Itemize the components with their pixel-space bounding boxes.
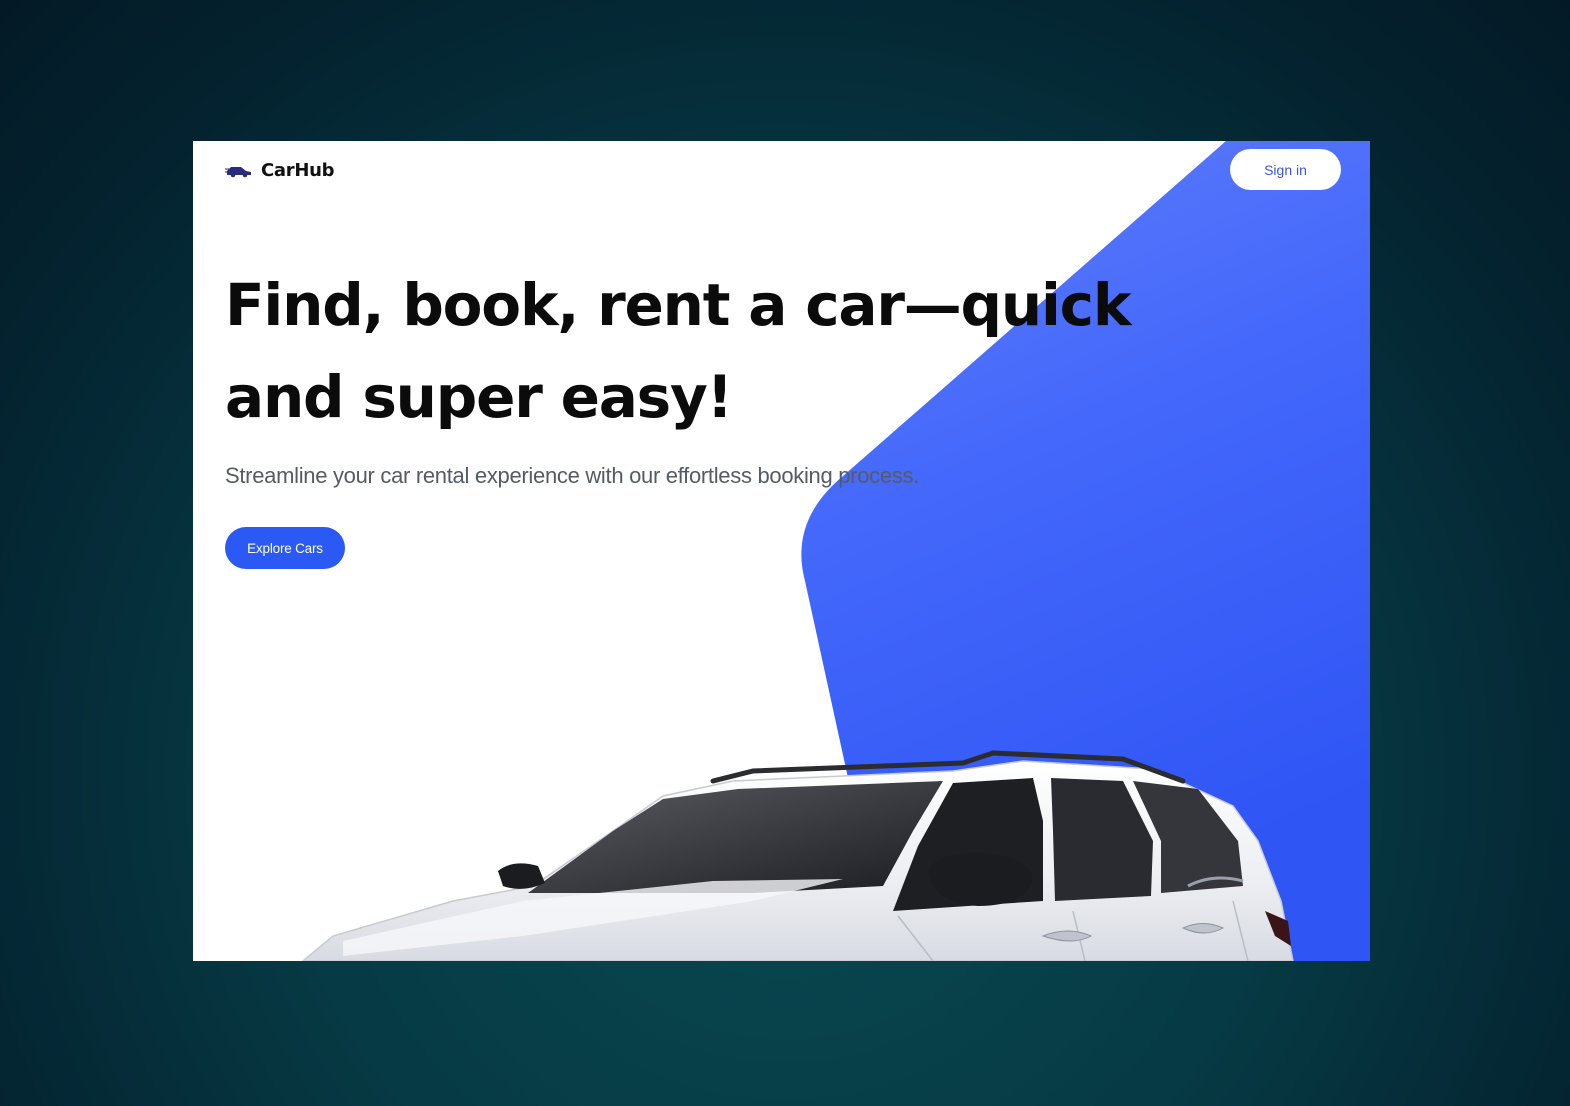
hero-title: Find, book, rent a car—quick and super e… <box>225 271 1131 431</box>
explore-cars-button[interactable]: Explore Cars <box>225 527 345 569</box>
hero-subtitle: Streamline your car rental experience wi… <box>225 463 919 488</box>
landing-page: CarHub Sign in Find, book, rent a car—qu… <box>193 141 1370 961</box>
